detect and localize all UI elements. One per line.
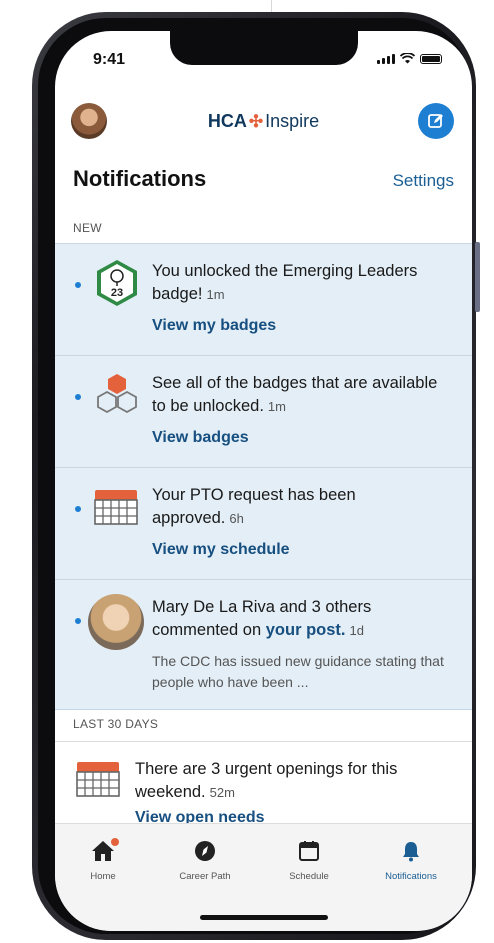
page-title: Notifications bbox=[73, 166, 207, 191]
wifi-icon bbox=[400, 53, 415, 64]
notification-text: There are 3 urgent openings for this wee… bbox=[135, 760, 398, 801]
home-badge-dot bbox=[111, 838, 119, 846]
screen: 9:41 HCA ✣ Inspire Notifications Settings … bbox=[55, 31, 472, 931]
phone-frame: 9:41 HCA ✣ Inspire Notifications Settings … bbox=[32, 12, 480, 940]
notification-text: You unlocked the Emerging Leaders badge!… bbox=[152, 262, 418, 303]
status-time: 9:41 bbox=[93, 51, 126, 68]
notification-text: Your PTO request has been approved. 6h bbox=[152, 486, 356, 527]
star-icon: ✣ bbox=[248, 112, 264, 131]
notification-item[interactable]: Mary De La Riva and 3 others commented o… bbox=[55, 579, 472, 709]
power-button bbox=[475, 242, 480, 312]
tab-home[interactable]: Home bbox=[63, 838, 143, 882]
tab-schedule-label: Schedule bbox=[289, 871, 329, 882]
divider bbox=[55, 709, 472, 710]
bell-icon bbox=[403, 842, 419, 862]
tab-career-path-label: Career Path bbox=[179, 871, 231, 882]
tab-notifications[interactable]: Notifications bbox=[371, 840, 451, 882]
calendar-icon bbox=[299, 841, 319, 861]
notification-item[interactable]: Your PTO request has been approved. 6h Vi… bbox=[55, 467, 472, 579]
unread-dot bbox=[75, 394, 81, 400]
battery-icon bbox=[420, 54, 442, 64]
compass-icon bbox=[195, 841, 215, 861]
signal-icon bbox=[377, 54, 395, 64]
commenter-avatar bbox=[88, 594, 144, 650]
notification-item[interactable]: See all of the badges that are available… bbox=[55, 355, 472, 467]
tab-schedule[interactable]: Schedule bbox=[269, 840, 349, 882]
notch bbox=[170, 31, 358, 65]
unread-dot bbox=[75, 618, 81, 624]
section-last30-label: LAST 30 DAYS bbox=[73, 717, 159, 731]
brand-logo: HCA ✣ Inspire bbox=[55, 111, 472, 132]
compose-icon bbox=[428, 114, 443, 128]
unread-dot bbox=[75, 506, 81, 512]
comment-snippet: The CDC has issued new guidance stating … bbox=[152, 653, 444, 690]
status-icons bbox=[377, 53, 442, 64]
brand-hca: HCA bbox=[207, 111, 247, 131]
section-new-label: NEW bbox=[73, 221, 102, 235]
your-post-link[interactable]: your post. bbox=[266, 621, 346, 639]
unread-dot bbox=[75, 282, 81, 288]
compose-button[interactable] bbox=[418, 103, 454, 139]
hexagons-icon bbox=[93, 372, 141, 420]
home-indicator bbox=[200, 915, 328, 920]
tab-career-path[interactable]: Career Path bbox=[165, 840, 245, 882]
svg-text:23: 23 bbox=[111, 287, 123, 299]
brand-inspire: Inspire bbox=[265, 111, 320, 131]
view-badges-link[interactable]: View badges bbox=[152, 429, 249, 447]
app-bar: HCA ✣ Inspire bbox=[55, 101, 472, 145]
badge-icon: 23 bbox=[93, 258, 141, 306]
view-my-badges-link[interactable]: View my badges bbox=[152, 317, 276, 335]
settings-link[interactable]: Settings bbox=[393, 171, 454, 191]
calendar-icon bbox=[93, 486, 141, 534]
tab-home-label: Home bbox=[90, 871, 116, 882]
notification-text: See all of the badges that are available… bbox=[152, 374, 438, 415]
notification-item[interactable]: 23 You unlocked the Emerging Leaders bad… bbox=[55, 243, 472, 355]
notification-text: Mary De La Riva and 3 others commented o… bbox=[152, 598, 372, 639]
view-my-schedule-link[interactable]: View my schedule bbox=[152, 541, 290, 559]
tab-notifications-label: Notifications bbox=[385, 871, 437, 882]
calendar-icon bbox=[75, 758, 123, 806]
